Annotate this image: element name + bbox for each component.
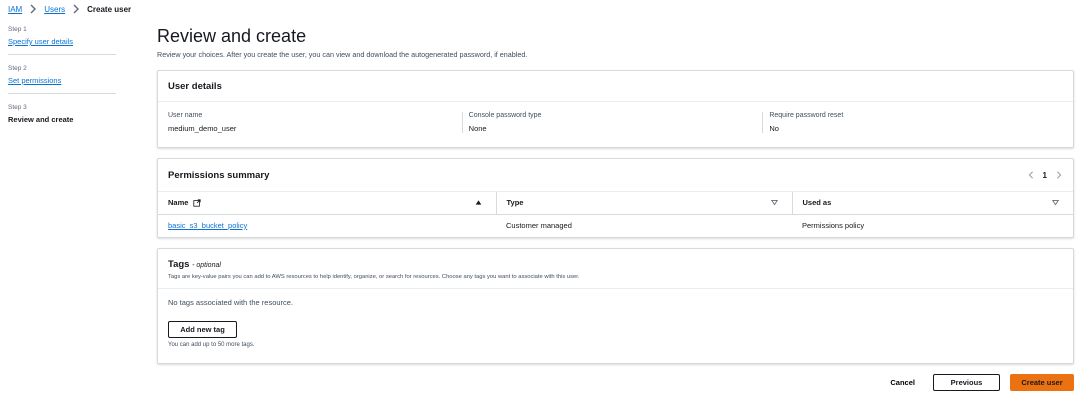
create-user-button[interactable]: Create user [1010, 374, 1074, 391]
step-2: Step 2 Set permissions [8, 63, 116, 94]
column-label: Used as [802, 198, 832, 208]
step-1: Step 1 Specify user details [8, 24, 116, 55]
policy-type: Customer managed [506, 220, 572, 230]
column-label: Name [168, 198, 189, 208]
field-value: No [769, 124, 779, 133]
column-name-header[interactable]: Name [158, 192, 496, 215]
permissions-table: Name Type Used as basic_s3_bucket_policy… [158, 192, 1073, 236]
tags-title-text: Tags [168, 259, 190, 270]
field-user-name: User name medium_demo_user [168, 112, 462, 133]
step-current-review-and-create: Review and create [8, 115, 74, 124]
page-number[interactable]: 1 [1043, 171, 1047, 180]
tags-card: Tags - optional Tags are key-value pairs… [157, 248, 1074, 364]
permissions-header: Permissions summary 1 [158, 159, 1073, 192]
policy-name-link[interactable]: basic_s3_bucket_policy [168, 221, 247, 230]
tags-title: Tags - optional [168, 259, 1063, 270]
step-number: Step 1 [8, 26, 27, 33]
column-type-header[interactable]: Type [495, 192, 792, 215]
field-label: Console password type [468, 112, 542, 119]
policy-used-as: Permissions policy [802, 220, 865, 230]
step-link-set-permissions[interactable]: Set permissions [8, 76, 116, 85]
breadcrumb: IAM Users Create user [8, 4, 131, 14]
cancel-button[interactable]: Cancel [882, 374, 923, 391]
wizard-footer: Cancel Previous Create user [882, 374, 1074, 391]
breadcrumb-iam[interactable]: IAM [8, 5, 22, 14]
column-used-as-header[interactable]: Used as [791, 192, 1073, 215]
field-value: None [468, 124, 487, 133]
previous-button[interactable]: Previous [933, 374, 1000, 391]
wizard-steps: Step 1 Specify user details Step 2 Set p… [8, 24, 116, 140]
chevron-right-icon [30, 4, 37, 14]
page-description: Review your choices. After you create th… [157, 50, 528, 59]
chevron-right-icon[interactable] [1055, 171, 1063, 179]
field-console-password-type: Console password type None [461, 112, 763, 133]
sort-caret-icon[interactable] [770, 199, 778, 206]
external-link-icon [192, 199, 201, 207]
step-number: Step 3 [8, 104, 27, 111]
field-require-password-reset: Require password reset No [762, 112, 1063, 133]
step-3: Step 3 Review and create [8, 102, 116, 132]
page-title: Review and create [157, 26, 307, 46]
breadcrumb-current: Create user [87, 4, 132, 14]
permissions-title: Permissions summary [168, 169, 270, 181]
chevron-right-icon [73, 4, 80, 14]
tags-limit-note: You can add up to 50 more tags. [168, 342, 255, 348]
page-header: Review and create Review your choices. A… [157, 26, 1074, 59]
sort-caret-icon[interactable] [1052, 199, 1059, 206]
field-label: Require password reset [769, 112, 844, 119]
pagination: 1 [1027, 171, 1063, 180]
sort-ascending-icon[interactable] [475, 199, 482, 206]
add-new-tag-button[interactable]: Add new tag [168, 321, 237, 338]
no-tags-message: No tags associated with the resource. [168, 298, 294, 307]
column-label: Type [506, 198, 524, 208]
tags-body: No tags associated with the resource. Ad… [158, 289, 1073, 357]
step-number: Step 2 [8, 65, 27, 72]
user-details-header: User details [158, 71, 1073, 102]
chevron-left-icon[interactable] [1027, 171, 1035, 179]
field-value: medium_demo_user [168, 124, 237, 133]
user-details-card: User details User name medium_demo_user … [157, 70, 1074, 148]
user-details-fields: User name medium_demo_user Console passw… [158, 102, 1073, 133]
tags-description: Tags are key-value pairs you can add to … [168, 274, 580, 280]
breadcrumb-users[interactable]: Users [44, 5, 65, 14]
permissions-summary-card: Permissions summary 1 Name Type Used as … [157, 158, 1074, 238]
table-header-row: Name Type Used as [158, 192, 1073, 215]
tags-header: Tags - optional Tags are key-value pairs… [158, 249, 1073, 289]
tags-optional-label: - optional [192, 262, 221, 269]
step-link-specify-user-details[interactable]: Specify user details [8, 37, 116, 46]
field-label: User name [168, 112, 203, 119]
user-details-title: User details [168, 80, 222, 92]
table-row: basic_s3_bucket_policy Customer managed … [158, 214, 1073, 236]
